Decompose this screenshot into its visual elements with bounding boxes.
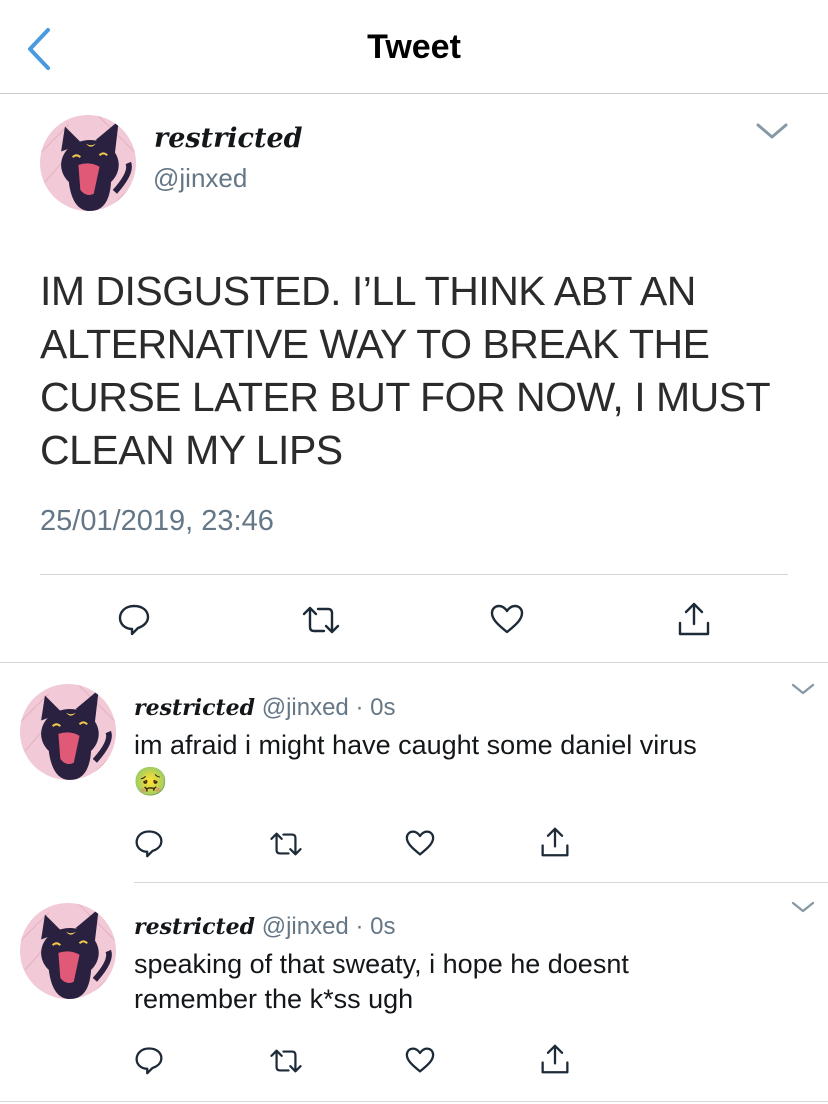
tweet-timestamp: 25/01/2019, 23:46 [40,505,274,537]
reply-icon[interactable] [117,602,151,636]
divider [134,882,828,883]
chevron-down-icon[interactable] [788,898,818,916]
separator-dot: · [355,913,364,940]
avatar[interactable] [20,903,116,999]
share-icon[interactable] [540,826,570,858]
separator-dot: · [355,694,364,721]
nauseated-face-emoji: 🤢 [133,766,168,797]
divider [0,1101,828,1102]
chevron-down-icon[interactable] [752,118,792,144]
share-icon[interactable] [540,1043,570,1075]
reply-time: 0s [370,913,396,940]
user-handle[interactable]: @jinxed [262,694,349,721]
like-icon[interactable] [404,1046,436,1074]
avatar[interactable] [20,684,116,780]
tweet-text: IM DISGUSTED. I’LL THINK ABT AN ALTERNAT… [40,268,770,473]
share-icon[interactable] [677,601,711,637]
display-name[interactable]: restricted [134,914,255,940]
divider [0,662,828,663]
reply-time: 0s [370,694,396,721]
user-handle[interactable]: @jinxed [153,163,247,194]
user-handle[interactable]: @jinxed [262,913,349,940]
like-icon[interactable] [404,829,436,857]
like-icon[interactable] [489,603,525,635]
display-name[interactable]: restricted [154,123,303,154]
chevron-down-icon[interactable] [788,680,818,698]
retweet-icon[interactable] [300,605,342,635]
reply-icon[interactable] [134,1045,164,1075]
divider [40,574,788,575]
tweet-text: speaking of that sweaty, i hope he doesn… [134,949,629,1014]
tweet-text: im afraid i might have caught some danie… [134,730,697,760]
retweet-icon[interactable] [268,1048,304,1074]
page-title: Tweet [367,28,461,66]
retweet-icon[interactable] [268,831,304,857]
display-name[interactable]: restricted [134,695,255,721]
reply-header: restricted @jinxed · 0s [134,694,395,722]
avatar[interactable] [40,115,136,211]
reply-header: restricted @jinxed · 0s [134,913,395,941]
reply-icon[interactable] [134,828,164,858]
